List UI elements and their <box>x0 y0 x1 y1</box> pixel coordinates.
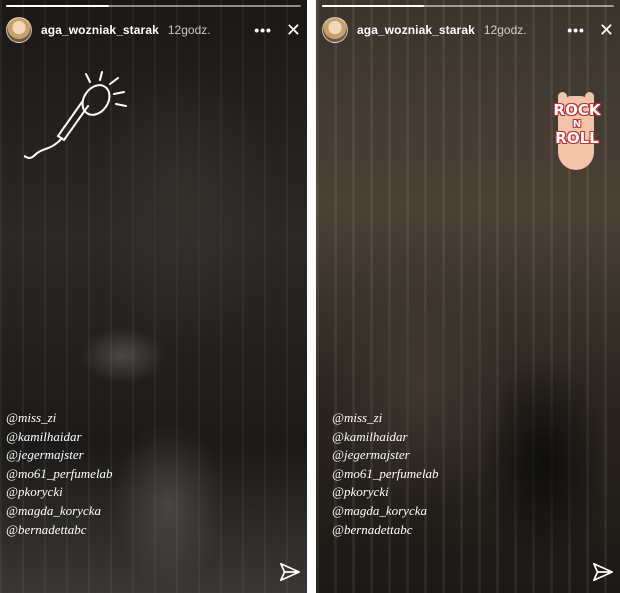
story-header: aga_wozniak_starak 12godz. ••• ✕ <box>6 16 301 44</box>
progress-bar <box>322 5 614 7</box>
post-time: 12godz. <box>483 23 527 37</box>
mention-link[interactable]: @kamilhaidar <box>332 428 439 447</box>
send-icon[interactable] <box>279 561 301 583</box>
send-icon[interactable] <box>592 561 614 583</box>
mention-link[interactable]: @magda_korycka <box>332 502 439 521</box>
mention-link[interactable]: @pkorycki <box>332 483 439 502</box>
mentions-list: @miss_zi @kamilhaidar @jegermajster @mo6… <box>332 409 439 539</box>
microphone-sticker <box>24 71 127 159</box>
mention-link[interactable]: @pkorycki <box>6 483 113 502</box>
close-icon[interactable]: ✕ <box>286 21 301 39</box>
mention-link[interactable]: @kamilhaidar <box>6 428 113 447</box>
mention-link[interactable]: @mo61_perfumelab <box>332 465 439 484</box>
sticker-label: ROCK N ROLL <box>544 102 610 147</box>
mention-link[interactable]: @mo61_perfumelab <box>6 465 113 484</box>
mention-link[interactable]: @jegermajster <box>332 446 439 465</box>
mention-link[interactable]: @miss_zi <box>6 409 113 428</box>
mention-link[interactable]: @bernadettabc <box>6 521 113 540</box>
close-icon[interactable]: ✕ <box>599 21 614 39</box>
progress-fill <box>6 5 110 7</box>
mention-link[interactable]: @jegermajster <box>6 446 113 465</box>
more-dots-icon[interactable]: ••• <box>567 22 585 38</box>
sticker-word: ROCK <box>553 101 601 119</box>
username[interactable]: aga_wozniak_starak <box>41 23 159 37</box>
mentions-list: @miss_zi @kamilhaidar @jegermajster @mo6… <box>6 409 113 539</box>
progress-bar <box>6 5 301 7</box>
rock-n-roll-sticker: ROCK N ROLL <box>544 92 610 172</box>
post-time: 12godz. <box>167 23 211 37</box>
progress-fill <box>322 5 425 7</box>
username[interactable]: aga_wozniak_starak <box>357 23 475 37</box>
mention-link[interactable]: @bernadettabc <box>332 521 439 540</box>
story-header: aga_wozniak_starak 12godz. ••• ✕ <box>322 16 614 44</box>
mention-link[interactable]: @miss_zi <box>332 409 439 428</box>
more-dots-icon[interactable]: ••• <box>254 22 272 38</box>
mention-link[interactable]: @magda_korycka <box>6 502 113 521</box>
story-panel-right[interactable]: aga_wozniak_starak 12godz. ••• ✕ @miss_z… <box>316 0 620 593</box>
story-panel-left[interactable]: aga_wozniak_starak 12godz. ••• ✕ @miss_z… <box>0 0 307 593</box>
avatar[interactable] <box>322 17 348 43</box>
avatar[interactable] <box>6 17 32 43</box>
sticker-word: ROLL <box>555 129 599 147</box>
